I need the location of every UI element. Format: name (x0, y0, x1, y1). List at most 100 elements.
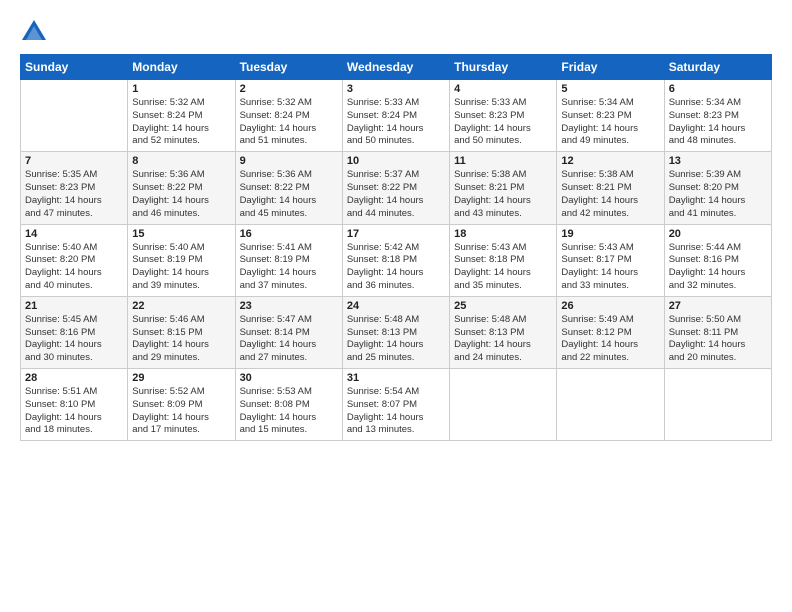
day-info: Sunrise: 5:50 AM Sunset: 8:11 PM Dayligh… (669, 314, 767, 365)
day-info: Sunrise: 5:33 AM Sunset: 8:24 PM Dayligh… (347, 97, 445, 148)
day-number: 30 (240, 372, 338, 384)
day-info: Sunrise: 5:44 AM Sunset: 8:16 PM Dayligh… (669, 242, 767, 293)
day-number: 13 (669, 155, 767, 167)
day-number: 24 (347, 300, 445, 312)
day-info: Sunrise: 5:38 AM Sunset: 8:21 PM Dayligh… (454, 169, 552, 220)
calendar-cell (664, 369, 771, 441)
day-info: Sunrise: 5:54 AM Sunset: 8:07 PM Dayligh… (347, 386, 445, 437)
calendar-cell: 8 Sunrise: 5:36 AM Sunset: 8:22 PM Daylig… (128, 152, 235, 224)
day-number: 16 (240, 228, 338, 240)
calendar-day-header: Thursday (450, 55, 557, 80)
calendar-day-header: Monday (128, 55, 235, 80)
calendar-cell: 1 Sunrise: 5:32 AM Sunset: 8:24 PM Daylig… (128, 80, 235, 152)
calendar-day-header: Friday (557, 55, 664, 80)
calendar-week-row: 7 Sunrise: 5:35 AM Sunset: 8:23 PM Daylig… (21, 152, 772, 224)
calendar-week-row: 1 Sunrise: 5:32 AM Sunset: 8:24 PM Daylig… (21, 80, 772, 152)
calendar-table: SundayMondayTuesdayWednesdayThursdayFrid… (20, 54, 772, 441)
calendar-day-header: Tuesday (235, 55, 342, 80)
calendar-cell: 29Sunrise: 5:52 AM Sunset: 8:09 PM Dayli… (128, 369, 235, 441)
day-info: Sunrise: 5:34 AM Sunset: 8:23 PM Dayligh… (561, 97, 659, 148)
day-info: Sunrise: 5:41 AM Sunset: 8:19 PM Dayligh… (240, 242, 338, 293)
day-number: 23 (240, 300, 338, 312)
day-number: 1 (132, 83, 230, 95)
calendar-cell: 16 Sunrise: 5:41 AM Sunset: 8:19 PM Dayli… (235, 224, 342, 296)
day-number: 2 (240, 83, 338, 95)
day-number: 9 (240, 155, 338, 167)
calendar-cell (450, 369, 557, 441)
calendar-cell: 23 Sunrise: 5:47 AM Sunset: 8:14 PM Dayli… (235, 296, 342, 368)
day-info: Sunrise: 5:32 AM Sunset: 8:24 PM Dayligh… (132, 97, 230, 148)
calendar-cell: 14Sunrise: 5:40 AM Sunset: 8:20 PM Dayli… (21, 224, 128, 296)
day-number: 3 (347, 83, 445, 95)
calendar-cell: 5 Sunrise: 5:34 AM Sunset: 8:23 PM Daylig… (557, 80, 664, 152)
logo-icon (20, 18, 48, 46)
day-number: 17 (347, 228, 445, 240)
day-number: 25 (454, 300, 552, 312)
day-info: Sunrise: 5:35 AM Sunset: 8:23 PM Dayligh… (25, 169, 123, 220)
day-number: 15 (132, 228, 230, 240)
calendar-cell: 15 Sunrise: 5:40 AM Sunset: 8:19 PM Dayli… (128, 224, 235, 296)
day-number: 8 (132, 155, 230, 167)
calendar-cell: 3 Sunrise: 5:33 AM Sunset: 8:24 PM Daylig… (342, 80, 449, 152)
day-info: Sunrise: 5:39 AM Sunset: 8:20 PM Dayligh… (669, 169, 767, 220)
calendar-cell: 22 Sunrise: 5:46 AM Sunset: 8:15 PM Dayli… (128, 296, 235, 368)
calendar-day-header: Saturday (664, 55, 771, 80)
day-number: 19 (561, 228, 659, 240)
calendar-week-row: 14Sunrise: 5:40 AM Sunset: 8:20 PM Dayli… (21, 224, 772, 296)
day-info: Sunrise: 5:51 AM Sunset: 8:10 PM Dayligh… (25, 386, 123, 437)
calendar-week-row: 21Sunrise: 5:45 AM Sunset: 8:16 PM Dayli… (21, 296, 772, 368)
calendar-cell: 20 Sunrise: 5:44 AM Sunset: 8:16 PM Dayli… (664, 224, 771, 296)
calendar-cell: 10 Sunrise: 5:37 AM Sunset: 8:22 PM Dayli… (342, 152, 449, 224)
day-number: 31 (347, 372, 445, 384)
header (20, 18, 772, 46)
calendar-cell: 4 Sunrise: 5:33 AM Sunset: 8:23 PM Daylig… (450, 80, 557, 152)
calendar-cell: 13 Sunrise: 5:39 AM Sunset: 8:20 PM Dayli… (664, 152, 771, 224)
calendar-cell: 21Sunrise: 5:45 AM Sunset: 8:16 PM Dayli… (21, 296, 128, 368)
calendar-cell: 24Sunrise: 5:48 AM Sunset: 8:13 PM Dayli… (342, 296, 449, 368)
logo (20, 18, 52, 46)
calendar-cell: 9 Sunrise: 5:36 AM Sunset: 8:22 PM Daylig… (235, 152, 342, 224)
calendar-cell: 18Sunrise: 5:43 AM Sunset: 8:18 PM Dayli… (450, 224, 557, 296)
day-number: 12 (561, 155, 659, 167)
calendar-cell: 7 Sunrise: 5:35 AM Sunset: 8:23 PM Daylig… (21, 152, 128, 224)
day-info: Sunrise: 5:46 AM Sunset: 8:15 PM Dayligh… (132, 314, 230, 365)
day-number: 26 (561, 300, 659, 312)
calendar-cell: 25 Sunrise: 5:48 AM Sunset: 8:13 PM Dayli… (450, 296, 557, 368)
day-info: Sunrise: 5:36 AM Sunset: 8:22 PM Dayligh… (240, 169, 338, 220)
calendar-cell: 30Sunrise: 5:53 AM Sunset: 8:08 PM Dayli… (235, 369, 342, 441)
day-info: Sunrise: 5:48 AM Sunset: 8:13 PM Dayligh… (454, 314, 552, 365)
calendar-day-header: Wednesday (342, 55, 449, 80)
calendar-day-header: Sunday (21, 55, 128, 80)
day-info: Sunrise: 5:42 AM Sunset: 8:18 PM Dayligh… (347, 242, 445, 293)
day-info: Sunrise: 5:36 AM Sunset: 8:22 PM Dayligh… (132, 169, 230, 220)
calendar-cell (557, 369, 664, 441)
day-number: 14 (25, 228, 123, 240)
day-info: Sunrise: 5:43 AM Sunset: 8:17 PM Dayligh… (561, 242, 659, 293)
day-info: Sunrise: 5:47 AM Sunset: 8:14 PM Dayligh… (240, 314, 338, 365)
day-info: Sunrise: 5:52 AM Sunset: 8:09 PM Dayligh… (132, 386, 230, 437)
calendar-cell: 28 Sunrise: 5:51 AM Sunset: 8:10 PM Dayli… (21, 369, 128, 441)
calendar-cell: 26Sunrise: 5:49 AM Sunset: 8:12 PM Dayli… (557, 296, 664, 368)
calendar-cell: 12Sunrise: 5:38 AM Sunset: 8:21 PM Dayli… (557, 152, 664, 224)
calendar-header-row: SundayMondayTuesdayWednesdayThursdayFrid… (21, 55, 772, 80)
calendar-cell: 6 Sunrise: 5:34 AM Sunset: 8:23 PM Daylig… (664, 80, 771, 152)
day-info: Sunrise: 5:40 AM Sunset: 8:19 PM Dayligh… (132, 242, 230, 293)
calendar-cell: 17 Sunrise: 5:42 AM Sunset: 8:18 PM Dayli… (342, 224, 449, 296)
day-number: 5 (561, 83, 659, 95)
day-number: 4 (454, 83, 552, 95)
day-number: 10 (347, 155, 445, 167)
day-info: Sunrise: 5:33 AM Sunset: 8:23 PM Dayligh… (454, 97, 552, 148)
calendar-cell: 2 Sunrise: 5:32 AM Sunset: 8:24 PM Daylig… (235, 80, 342, 152)
day-number: 6 (669, 83, 767, 95)
day-number: 20 (669, 228, 767, 240)
day-info: Sunrise: 5:34 AM Sunset: 8:23 PM Dayligh… (669, 97, 767, 148)
day-info: Sunrise: 5:32 AM Sunset: 8:24 PM Dayligh… (240, 97, 338, 148)
day-info: Sunrise: 5:45 AM Sunset: 8:16 PM Dayligh… (25, 314, 123, 365)
day-info: Sunrise: 5:43 AM Sunset: 8:18 PM Dayligh… (454, 242, 552, 293)
day-number: 11 (454, 155, 552, 167)
day-number: 28 (25, 372, 123, 384)
day-number: 7 (25, 155, 123, 167)
day-number: 22 (132, 300, 230, 312)
calendar-cell: 19 Sunrise: 5:43 AM Sunset: 8:17 PM Dayli… (557, 224, 664, 296)
day-info: Sunrise: 5:37 AM Sunset: 8:22 PM Dayligh… (347, 169, 445, 220)
